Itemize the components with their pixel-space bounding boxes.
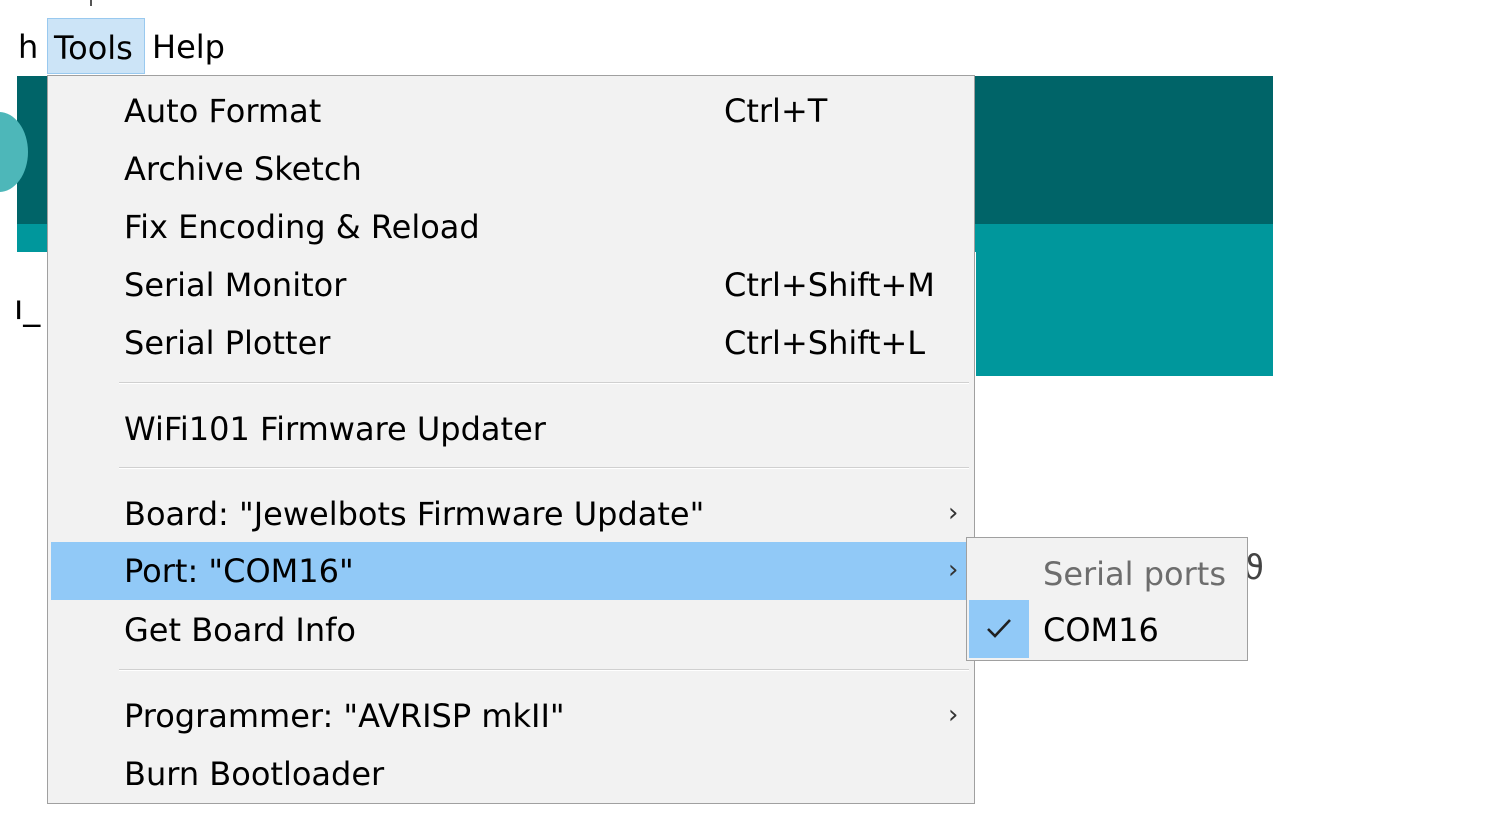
menu-item-fix-encoding[interactable]: Fix Encoding & Reload bbox=[51, 198, 971, 256]
sketch-tab-fragment: ו_ bbox=[14, 288, 41, 328]
menu-item-board[interactable]: Board: "Jewelbots Firmware Update" › bbox=[51, 485, 971, 543]
port-submenu: Serial ports COM16 bbox=[966, 537, 1248, 661]
menu-item-label: Fix Encoding & Reload bbox=[124, 208, 480, 246]
menu-item-shortcut: Ctrl+T bbox=[724, 92, 828, 130]
menubar-top-fragment bbox=[90, 0, 104, 6]
menu-item-label: Get Board Info bbox=[124, 611, 356, 649]
menu-sketch[interactable]: h bbox=[18, 18, 38, 74]
menu-item-programmer[interactable]: Programmer: "AVRISP mkII" › bbox=[51, 687, 971, 745]
menu-item-label: Port: "COM16" bbox=[124, 552, 354, 590]
ide-tab-bar-background-right bbox=[976, 224, 1273, 376]
menu-item-serial-plotter[interactable]: Serial Plotter Ctrl+Shift+L bbox=[51, 314, 971, 372]
menu-separator bbox=[119, 669, 969, 671]
menu-item-shortcut: Ctrl+Shift+L bbox=[724, 324, 926, 362]
checkmark-icon bbox=[969, 600, 1029, 658]
menu-item-archive-sketch[interactable]: Archive Sketch bbox=[51, 140, 971, 198]
port-item-label: COM16 bbox=[1043, 611, 1159, 649]
menu-item-auto-format[interactable]: Auto Format Ctrl+T bbox=[51, 82, 971, 140]
chevron-right-icon: › bbox=[948, 700, 959, 730]
tools-menu: Auto Format Ctrl+T Archive Sketch Fix En… bbox=[47, 75, 975, 804]
port-item-com16[interactable]: COM16 bbox=[969, 600, 1245, 658]
menu-item-label: Serial Plotter bbox=[124, 324, 331, 362]
menu-help[interactable]: Help bbox=[152, 18, 225, 74]
menu-item-label: Burn Bootloader bbox=[124, 755, 385, 793]
menu-item-shortcut: Ctrl+Shift+M bbox=[724, 266, 935, 304]
submenu-header: Serial ports bbox=[1043, 555, 1226, 593]
chevron-right-icon: › bbox=[948, 498, 959, 528]
menu-separator bbox=[119, 382, 969, 384]
menu-item-wifi101-updater[interactable]: WiFi101 Firmware Updater bbox=[51, 400, 971, 458]
menu-item-burn-bootloader[interactable]: Burn Bootloader bbox=[51, 745, 971, 803]
menu-tools[interactable]: Tools bbox=[47, 18, 145, 74]
menu-item-get-board-info[interactable]: Get Board Info bbox=[51, 601, 971, 659]
menu-item-label: Board: "Jewelbots Firmware Update" bbox=[124, 495, 705, 533]
chevron-right-icon: › bbox=[948, 555, 959, 585]
menu-item-label: Auto Format bbox=[124, 92, 322, 130]
menu-bar: h Tools Help bbox=[0, 18, 600, 74]
menu-item-label: Serial Monitor bbox=[124, 266, 347, 304]
menu-item-port[interactable]: Port: "COM16" › bbox=[51, 542, 971, 600]
menu-item-label: Archive Sketch bbox=[124, 150, 362, 188]
menu-separator bbox=[119, 467, 969, 469]
menu-item-serial-monitor[interactable]: Serial Monitor Ctrl+Shift+M bbox=[51, 256, 971, 314]
menu-item-label: WiFi101 Firmware Updater bbox=[124, 410, 546, 448]
menu-item-label: Programmer: "AVRISP mkII" bbox=[124, 697, 565, 735]
